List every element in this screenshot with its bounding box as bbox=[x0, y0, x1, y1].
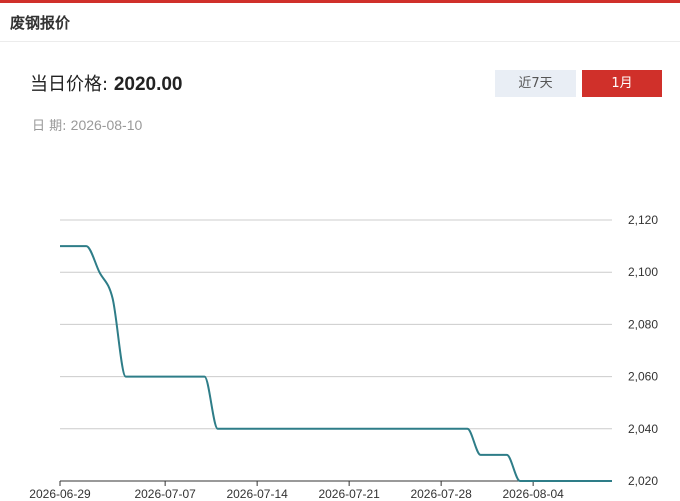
y-tick-label: 2,020 bbox=[628, 474, 658, 488]
x-tick-label: 2026-07-21 bbox=[318, 487, 380, 501]
y-tick-label: 2,080 bbox=[628, 317, 658, 331]
x-tick-label: 2026-08-04 bbox=[502, 487, 564, 501]
price-line-chart: 2,020 2,040 2,060 2,080 2,100 2,120 2026-06-29… bbox=[29, 213, 658, 501]
y-tick-label: 2,100 bbox=[628, 265, 658, 279]
x-tick-label: 2026-06-29 bbox=[29, 487, 91, 501]
x-tick-label: 2026-07-28 bbox=[410, 487, 472, 501]
y-tick-label: 2,120 bbox=[628, 213, 658, 227]
price-series-line bbox=[60, 245, 612, 482]
x-tick-label: 2026-07-14 bbox=[226, 487, 288, 501]
y-tick-label: 2,040 bbox=[628, 422, 658, 436]
x-tick-label: 2026-07-07 bbox=[134, 487, 196, 501]
y-tick-label: 2,060 bbox=[628, 370, 658, 384]
